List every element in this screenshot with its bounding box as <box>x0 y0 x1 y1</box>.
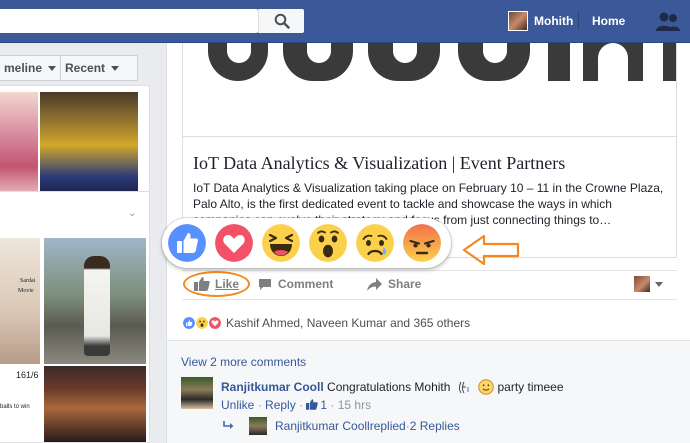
friend-photo[interactable] <box>44 238 146 364</box>
friend-requests-icon[interactable] <box>655 11 681 33</box>
comment-icon <box>259 278 271 290</box>
photo-caption: Sardai <box>20 278 36 284</box>
angry-reaction-icon[interactable] <box>403 224 441 262</box>
wow-reaction-icon[interactable] <box>309 224 347 262</box>
avatar[interactable] <box>181 377 213 409</box>
post-audience-selector[interactable] <box>634 276 663 292</box>
home-link[interactable]: Home <box>592 14 625 28</box>
reply-count[interactable]: 2 Replies <box>410 419 460 433</box>
love-reaction-icon <box>208 316 222 330</box>
avatar <box>249 417 267 435</box>
separator-dot: · <box>327 398 338 412</box>
chevron-down-icon <box>48 65 57 71</box>
view-more-comments-link[interactable]: View 2 more comments <box>181 355 306 369</box>
comment-actions: Unlike · Reply · 1 · 15 hrs <box>221 398 371 412</box>
photo-caption: 161/6 <box>16 370 39 380</box>
sad-reaction-icon[interactable] <box>356 224 394 262</box>
share-label: Share <box>388 277 422 291</box>
left-column: meline Recent ⌄ Sardai Movie 161/6 balls… <box>0 43 150 443</box>
photo-thumbnail[interactable] <box>40 92 138 198</box>
replies-summary[interactable]: Ranjitkumar Cooll replied · 2 Replies <box>223 417 460 435</box>
like-label: Like <box>215 277 240 291</box>
reactions-picker <box>162 218 451 268</box>
reactions-text[interactable]: Kashif Ahmed, Naveen Kumar and 365 other… <box>226 316 470 330</box>
like-button[interactable]: Like <box>194 277 239 291</box>
comment-text: Congratulations Mohith <box>323 380 451 394</box>
comment-button[interactable]: Comment <box>258 277 333 291</box>
reply-link[interactable]: Reply <box>265 398 296 412</box>
profile-name: Mohith <box>534 14 574 28</box>
link-title[interactable]: IoT Data Analytics & Visualization | Eve… <box>193 153 565 174</box>
search-button[interactable] <box>258 9 304 33</box>
tab-recent[interactable]: Recent <box>61 56 123 80</box>
share-button[interactable]: Share <box>367 277 421 291</box>
search-icon <box>274 13 290 29</box>
link-preview-image <box>183 43 676 137</box>
share-icon <box>367 277 382 291</box>
reply-arrow-icon <box>223 421 234 429</box>
timeline-filter-tabs: meline Recent <box>0 55 138 81</box>
comment-text-tail: party timeee <box>497 380 564 394</box>
separator-dot: · <box>254 398 266 412</box>
unlike-link[interactable]: Unlike <box>221 398 254 412</box>
profile-link[interactable]: Mohith <box>508 11 573 31</box>
reactions-summary[interactable]: Kashif Ahmed, Naveen Kumar and 365 other… <box>182 310 677 336</box>
photo-caption: balls to win <box>0 404 30 410</box>
wow-reaction-icon <box>195 316 209 330</box>
tab-label: meline <box>4 61 43 75</box>
tab-timeline[interactable]: meline <box>0 56 60 80</box>
like-reaction-icon[interactable] <box>168 224 206 262</box>
tab-label: Recent <box>65 61 106 75</box>
top-navigation-bar: Mohith Home <box>0 0 690 43</box>
person-figure <box>84 256 110 356</box>
haha-reaction-icon[interactable] <box>262 224 300 262</box>
chevron-down-icon[interactable]: ⌄ <box>128 208 136 219</box>
chevron-down-icon <box>655 281 663 287</box>
like-reaction-icon <box>182 316 196 330</box>
comment-timestamp[interactable]: 15 hrs <box>338 398 371 412</box>
friend-photo[interactable] <box>44 366 146 442</box>
avatar <box>634 276 650 292</box>
chevron-down-icon <box>111 65 120 71</box>
separator-dot: · <box>295 398 307 412</box>
thumbs-up-icon <box>306 399 319 410</box>
friend-photo[interactable]: 161/6 balls to win <box>0 366 40 442</box>
nav-divider <box>578 12 579 30</box>
thumbs-up-icon <box>194 277 210 291</box>
post-actions-bar: Like Comment Share <box>182 270 677 300</box>
hands-emoji-icon <box>458 381 469 394</box>
comments-section: View 2 more comments Ranjitkumar Cooll C… <box>167 340 690 443</box>
friends-card: ⌄ Sardai Movie 161/6 balls to win <box>0 191 150 443</box>
comment-label: Comment <box>278 277 334 291</box>
reply-author[interactable]: Ranjitkumar Cooll <box>275 419 370 433</box>
photo-thumbnail[interactable] <box>0 92 38 198</box>
reply-action[interactable]: replied <box>370 419 406 433</box>
smiley-emoji-icon <box>478 379 494 395</box>
photo-caption: Movie <box>18 288 34 294</box>
comment-author[interactable]: Ranjitkumar Cooll <box>221 380 324 394</box>
comment-body: Ranjitkumar Cooll Congratulations Mohith… <box>221 379 564 395</box>
love-reaction-icon[interactable] <box>215 224 253 262</box>
search-input[interactable] <box>0 9 258 33</box>
friend-photo[interactable]: Sardai Movie <box>0 238 40 364</box>
annotation-arrow-icon <box>462 234 520 266</box>
avatar <box>508 11 528 31</box>
